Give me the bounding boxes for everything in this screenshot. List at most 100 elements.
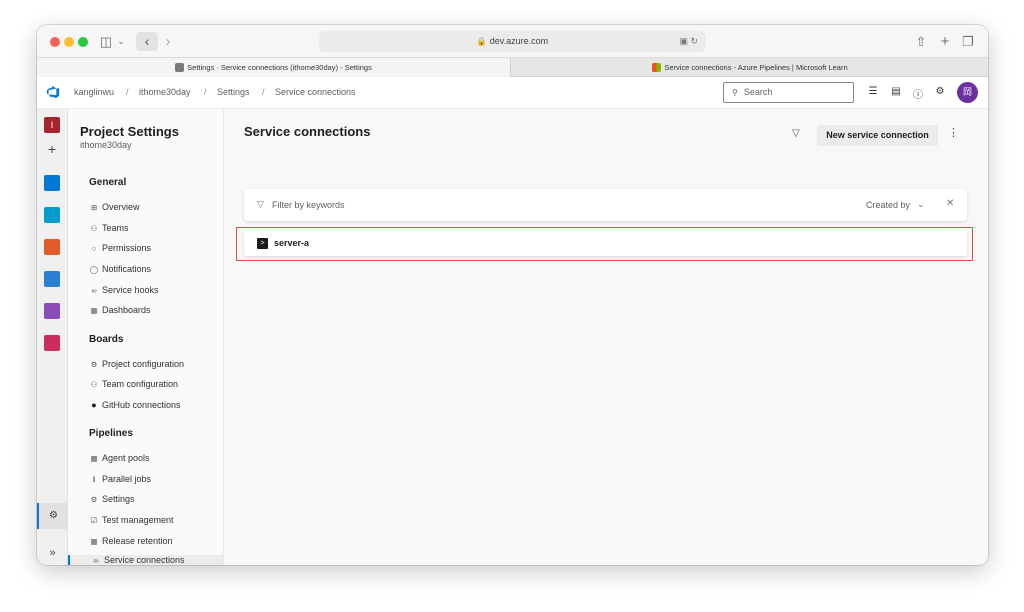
sidebar-item-label: Service hooks	[102, 285, 159, 295]
project-settings-gear-icon[interactable]: ⚙	[37, 503, 68, 529]
breadcrumb-organization[interactable]: kanglinwu	[74, 87, 114, 97]
test-management-icon: ☑	[90, 516, 98, 525]
tab-microsoft-learn[interactable]: Service connections - Azure Pipelines | …	[512, 58, 988, 77]
breadcrumb-separator: /	[204, 87, 207, 97]
sidebar-item-service-hooks[interactable]: ∞ Service hooks	[89, 285, 159, 295]
filter-bar: ▽ Filter by keywords Created by ⌄ ✕	[244, 189, 967, 221]
avatar[interactable]: 岡	[957, 82, 978, 103]
project-name: ithome30day	[80, 140, 132, 150]
gear-icon: ⚙	[90, 360, 98, 369]
project-icon[interactable]: I	[44, 117, 60, 133]
new-service-connection-button[interactable]: New service connection	[817, 125, 938, 146]
pipelines-icon[interactable]	[44, 271, 60, 287]
breadcrumb-project[interactable]: ithome30day	[139, 87, 191, 97]
sidebar-item-label: GitHub connections	[102, 400, 181, 410]
project-settings-panel: Project Settings ithome30day General ⊞ Ov…	[68, 109, 224, 565]
address-bar[interactable]: 🔒 dev.azure.com ▣ ↻	[319, 31, 706, 52]
sidebar-item-github-connections[interactable]: ● GitHub connections	[89, 400, 181, 410]
boards-icon[interactable]	[44, 207, 60, 223]
sidebar-item-teams[interactable]: ⚇ Teams	[89, 223, 129, 233]
tab-settings[interactable]: Settings · Service connections (ithome30…	[37, 58, 511, 77]
sidebar-toggle-icon[interactable]: ◫	[99, 33, 113, 50]
sidebar-item-service-connections[interactable]: ∞ Service connections	[68, 555, 223, 565]
minimize-window-button[interactable]	[64, 37, 74, 47]
grid-icon: ⊞	[90, 203, 98, 212]
forward-button[interactable]: ›	[162, 33, 174, 50]
list-item[interactable]: > server-a	[244, 231, 967, 256]
filter-icon: ▽	[257, 199, 264, 209]
sidebar-item-label: Teams	[102, 223, 129, 233]
search-icon: ⚲	[732, 88, 738, 97]
ado-header: kanglinwu / ithome30day / Settings / Ser…	[37, 77, 988, 109]
close-icon[interactable]: ✕	[946, 198, 954, 209]
chevron-down-icon[interactable]: ⌄	[117, 33, 125, 50]
page-title: Service connections	[244, 124, 371, 139]
lock-icon: 🔒	[476, 37, 487, 46]
breadcrumb-settings[interactable]: Settings	[217, 87, 250, 97]
artifacts-icon[interactable]	[44, 335, 60, 351]
created-by-dropdown[interactable]: Created by	[866, 200, 910, 210]
service-connections-icon: ∞	[93, 556, 99, 565]
more-options-icon[interactable]: ⋮	[948, 126, 959, 139]
sidebar-item-settings[interactable]: ⚙ Settings	[89, 494, 135, 504]
overview-icon[interactable]	[44, 175, 60, 191]
sidebar-item-label: Agent pools	[102, 453, 150, 463]
sidebar-item-agent-pools[interactable]: ▦ Agent pools	[89, 453, 150, 463]
repos-icon[interactable]	[44, 239, 60, 255]
url-text: dev.azure.com	[489, 36, 549, 46]
dashboard-icon: ▦	[90, 306, 98, 315]
azure-devops-logo-icon[interactable]	[46, 85, 60, 99]
test-plans-icon[interactable]	[44, 303, 60, 319]
tab-label: Service connections - Azure Pipelines | …	[664, 63, 848, 72]
sidebar-item-label: Overview	[102, 202, 140, 212]
connection-name[interactable]: server-a	[274, 238, 309, 248]
lock-icon: ○	[91, 244, 97, 253]
main-content: Service connections ▽ New service connec…	[224, 109, 988, 565]
people-icon: ⚇	[90, 224, 98, 233]
sidebar-item-permissions[interactable]: ○ Permissions	[89, 243, 151, 253]
new-tab-icon[interactable]: +	[938, 33, 952, 50]
sidebar-item-label: Settings	[102, 494, 135, 504]
microsoft-favicon-icon	[652, 63, 662, 72]
section-general: General	[89, 177, 127, 188]
browser-window: ◫ ⌄ ‹ › 🔒 dev.azure.com ▣ ↻ ⇧ + ❐ Setting…	[37, 25, 988, 565]
github-icon: ●	[91, 400, 97, 410]
sidebar-item-overview[interactable]: ⊞ Overview	[89, 202, 140, 212]
sidebar-item-label: Release retention	[102, 536, 173, 546]
share-icon[interactable]: ⇧	[914, 33, 928, 50]
left-navigation-rail: I + ⚙ »	[37, 109, 68, 565]
sidebar-item-team-configuration[interactable]: ⚇ Team configuration	[89, 379, 178, 389]
gear-icon: ⚙	[90, 495, 98, 504]
help-icon[interactable]: ⓘ	[912, 86, 924, 101]
search-placeholder: Search	[743, 87, 773, 97]
back-button[interactable]: ‹	[136, 32, 158, 51]
azure-devops-favicon-icon	[175, 63, 185, 72]
search-input[interactable]: ⚲ Search	[723, 82, 854, 103]
tab-overview-icon[interactable]: ❐	[961, 33, 975, 50]
sidebar-item-dashboards[interactable]: ▦ Dashboards	[89, 305, 150, 315]
zoom-window-button[interactable]	[78, 37, 88, 47]
sidebar-item-label: Test management	[102, 515, 174, 525]
breadcrumb-separator: /	[126, 87, 129, 97]
shopping-bag-icon[interactable]: ▤	[890, 86, 902, 97]
sidebar-item-parallel-jobs[interactable]: ‖ Parallel jobs	[89, 474, 151, 484]
add-icon[interactable]: +	[44, 141, 60, 157]
sidebar-item-project-configuration[interactable]: ⚙ Project configuration	[89, 359, 184, 369]
breadcrumb-separator: /	[262, 87, 265, 97]
sidebar-item-label: Notifications	[102, 264, 152, 274]
tab-label: Settings · Service connections (ithome30…	[187, 63, 372, 72]
browser-toolbar: ◫ ⌄ ‹ › 🔒 dev.azure.com ▣ ↻ ⇧ + ❐	[37, 25, 988, 58]
expand-chevron-icon[interactable]: »	[37, 541, 68, 565]
chevron-down-icon[interactable]: ⌄	[917, 199, 925, 210]
filter-icon[interactable]: ▽	[792, 128, 800, 139]
sidebar-item-release-retention[interactable]: ▦ Release retention	[89, 536, 173, 546]
parallel-jobs-icon: ‖	[92, 475, 96, 484]
sidebar-item-test-management[interactable]: ☑ Test management	[89, 515, 174, 525]
list-icon[interactable]: ☰	[867, 86, 879, 97]
breadcrumb-service-connections[interactable]: Service connections	[275, 87, 356, 97]
sidebar-item-notifications[interactable]: ◯ Notifications	[89, 264, 151, 274]
user-settings-icon[interactable]: ⚙	[934, 86, 946, 97]
filter-input[interactable]: Filter by keywords	[272, 200, 345, 210]
translate-icon[interactable]: ▣ ↻	[679, 31, 698, 52]
close-window-button[interactable]	[50, 37, 60, 47]
